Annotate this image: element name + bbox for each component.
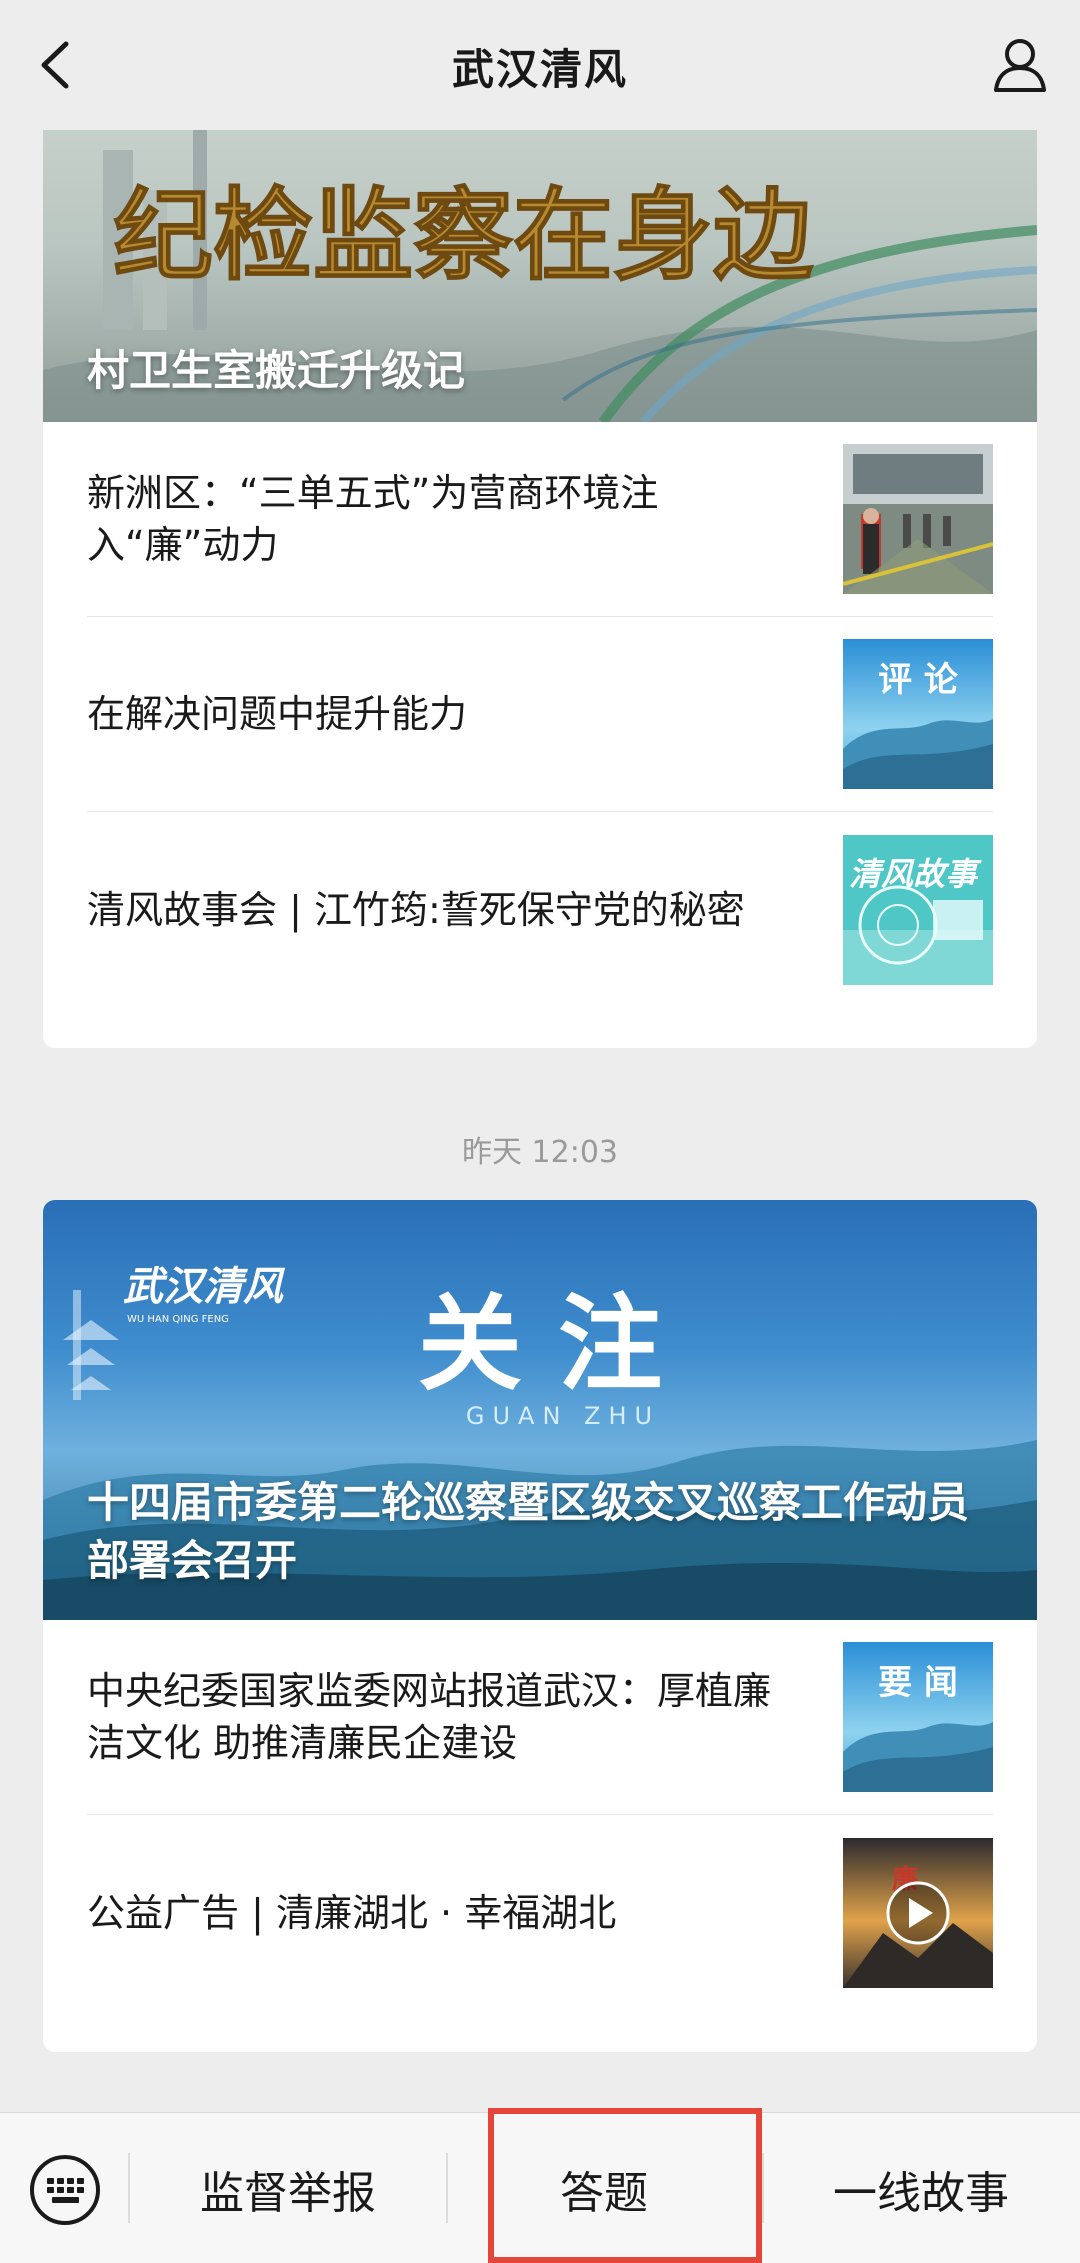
list-item-title: 新洲区：“三单五式”为营商环境注入“廉”动力	[87, 471, 659, 567]
page-title: 武汉清风	[451, 45, 628, 94]
top-bar: 武汉清风	[0, 0, 1080, 130]
list-item-title: 在解决问题中提升能力	[87, 692, 468, 736]
user-profile-icon[interactable]	[990, 34, 1050, 96]
list-item[interactable]: 中央纪委国家监委网站报道武汉：厚植廉洁文化 助推清廉民企建设 要 闻	[87, 1620, 993, 1815]
list-item[interactable]: 公益广告 | 清廉湖北 · 幸福湖北 廉	[87, 1815, 993, 2010]
banner-caption: 村卫生室搬迁升级记	[87, 346, 466, 395]
thumbnail-label: 清风故事	[849, 856, 982, 892]
article-card-1: 纪检监察在身边 村卫生室搬迁升级记 新洲区：“三单五式”为营商环境注入“廉”动力	[43, 110, 1037, 1048]
list-item[interactable]: 在解决问题中提升能力 评 论	[87, 617, 993, 812]
thumbnail-image	[843, 444, 993, 594]
thumbnail-label: 评 论	[878, 660, 959, 700]
message-timestamp: 昨天 12:03	[462, 1135, 618, 1170]
thumbnail-image: 要 闻	[843, 1642, 993, 1792]
video-thumbnail: 廉	[843, 1837, 993, 1988]
banner-article-2[interactable]: 武汉清风 WU HAN QING FENG 关 注 GUAN ZHU 十四届市委…	[43, 1200, 1037, 1620]
banner-caption: 十四届市委第二轮巡察暨区级交叉巡察工作动员部署会召开	[87, 1478, 970, 1585]
list-item-title: 清风故事会 | 江竹筠:誓死保守党的秘密	[87, 887, 745, 932]
keyboard-icon[interactable]	[28, 2153, 102, 2227]
banner-art-title: 关 注	[418, 1283, 662, 1405]
list-item-title: 中央纪委国家监委网站报道武汉：厚植廉洁文化 助推清廉民企建设	[87, 1669, 772, 1765]
banner-art-title: 纪检监察在身边	[113, 181, 813, 292]
list-item-title: 公益广告 | 清廉湖北 · 幸福湖北	[87, 1890, 617, 1935]
thumbnail-image: 清风故事	[843, 834, 993, 985]
thumbnail-image: 评 论	[843, 639, 993, 789]
menu-item-report[interactable]: 监督举报	[130, 2113, 446, 2263]
menu-item-stories[interactable]: 一线故事	[762, 2113, 1080, 2263]
banner-article-1[interactable]: 纪检监察在身边 村卫生室搬迁升级记	[43, 110, 1037, 422]
article-card-2: 武汉清风 WU HAN QING FENG 关 注 GUAN ZHU 十四届市委…	[43, 1200, 1037, 2052]
logo-text: 武汉清风	[123, 1264, 286, 1309]
banner-art-pinyin: GUAN ZHU	[466, 1402, 660, 1430]
thumbnail-label: 要 闻	[878, 1663, 958, 1703]
highlight-box	[488, 2108, 762, 2263]
list-item[interactable]: 新洲区：“三单五式”为营商环境注入“廉”动力	[87, 422, 993, 617]
list-item[interactable]: 清风故事会 | 江竹筠:誓死保守党的秘密 清风故事	[87, 812, 993, 1007]
logo-subtext: WU HAN QING FENG	[127, 1314, 229, 1325]
